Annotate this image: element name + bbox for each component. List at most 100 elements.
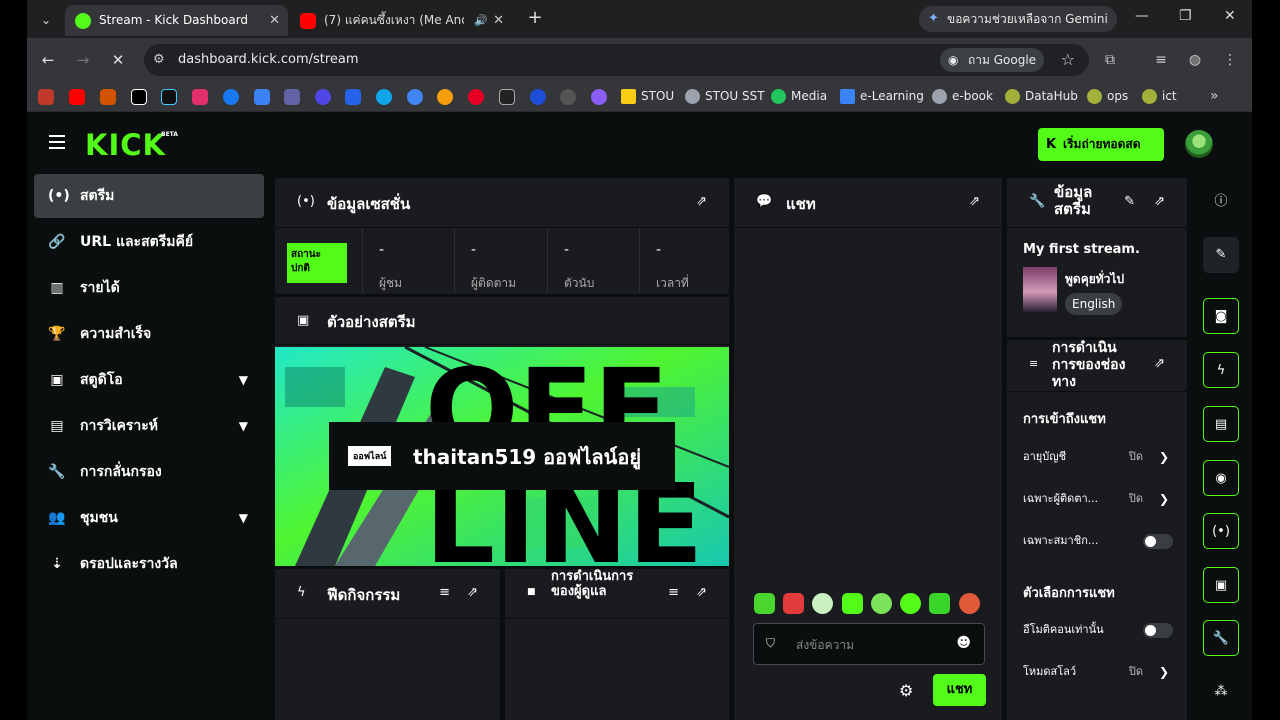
teams-bookmark-icon[interactable]	[284, 89, 300, 105]
popout-icon[interactable]: ⇗	[969, 194, 980, 209]
bookmark-favicon-icon[interactable]	[499, 89, 515, 105]
studio-icon[interactable]: ▣	[1203, 567, 1239, 603]
emote-icon[interactable]	[842, 593, 863, 614]
wrench-icon[interactable]: 🔧	[1203, 620, 1239, 656]
gemini-button[interactable]: ✦ ขอความช่วยเหลือจาก Gemini	[919, 6, 1117, 32]
edit-pencil-icon[interactable]: ✎	[1203, 237, 1239, 273]
gemini-bookmark-icon[interactable]	[591, 89, 607, 105]
more-bookmarks-icon[interactable]: »	[1210, 82, 1219, 110]
close-tab-icon[interactable]: ✕	[269, 5, 280, 36]
emote-only-toggle[interactable]	[1143, 623, 1173, 638]
broadcast-icon[interactable]: (•)	[1203, 513, 1239, 549]
chat-input[interactable]	[796, 634, 946, 656]
tiktok-bookmark-icon[interactable]	[161, 89, 177, 105]
sidebar-item-drops[interactable]: ⇣ ดรอปและรางวัล	[34, 542, 264, 586]
site-info-icon[interactable]: ⚙	[153, 44, 165, 76]
setting-slow-mode[interactable]: โหมดสโลว์ ปิด ❯	[1023, 660, 1173, 684]
popout-icon[interactable]: ⇗	[467, 585, 478, 600]
sidebar-item-moderation[interactable]: 🔧 การกลั่นกรอง	[34, 450, 264, 494]
emote-icon[interactable]	[783, 593, 804, 614]
bookmark-favicon-icon[interactable]	[38, 89, 54, 105]
sidebar-item-community[interactable]: 👥 ชุมชน ▼	[34, 496, 264, 540]
sidebar-item-studio[interactable]: ▣ สตูดิโอ ▼	[34, 358, 264, 402]
lightning-icon[interactable]: ϟ	[1203, 352, 1239, 388]
document-icon[interactable]: ▤	[1203, 406, 1239, 442]
popout-icon[interactable]: ⇗	[1154, 194, 1165, 209]
bookmark-favicon-icon[interactable]	[315, 89, 331, 105]
emoji-icon[interactable]: ☻	[956, 635, 971, 651]
tab-kick-dashboard[interactable]: Stream - Kick Dashboard ✕	[65, 5, 288, 36]
popout-icon[interactable]: ⇗	[1154, 356, 1165, 371]
extensions-icon[interactable]: ⧉	[1100, 50, 1120, 70]
stream-preview[interactable]: OFF LINE ออฟไลน์ thaitan519 ออฟไลน์อยู่	[275, 347, 729, 566]
bookmark-datahub[interactable]: DataHub	[1005, 82, 1078, 112]
back-icon[interactable]: ←	[37, 49, 59, 71]
google-bookmark-icon[interactable]	[407, 89, 423, 105]
address-bar[interactable]: ⚙ dashboard.kick.com/stream ◉ ถาม Google…	[144, 44, 1089, 76]
chatgpt-bookmark-icon[interactable]	[560, 89, 576, 105]
kick-logo[interactable]: KICK	[85, 129, 166, 161]
chat-send-button[interactable]: แชท	[933, 674, 986, 706]
shield-icon[interactable]: ⛉	[766, 636, 775, 651]
bookmark-favicon-icon[interactable]	[345, 89, 361, 105]
window-close-icon[interactable]: ✕	[1224, 8, 1236, 24]
bookmark-ops[interactable]: ops	[1087, 82, 1128, 112]
menu-icon[interactable]	[49, 135, 65, 149]
bookmark-stou-sst[interactable]: STOU SST	[685, 82, 765, 112]
setting-followers-only[interactable]: เฉพาะผู้ติดตา... ปิด ❯	[1023, 487, 1173, 511]
facebook-bookmark-icon[interactable]	[223, 89, 239, 105]
speaker-icon[interactable]: 🔊	[474, 5, 488, 36]
avatar[interactable]	[1185, 130, 1213, 158]
sidebar-item-url-key[interactable]: 🔗 URL และสตรีมคีย์	[34, 220, 264, 264]
close-tab-icon[interactable]: ✕	[493, 5, 504, 36]
emote-icon[interactable]	[929, 593, 950, 614]
bookmark-ict[interactable]: ict	[1142, 82, 1177, 112]
chrome-menu-icon[interactable]: ⋮	[1220, 50, 1240, 70]
chat-bubble-icon[interactable]: ◉	[1203, 460, 1239, 496]
emote-icon[interactable]	[900, 593, 921, 614]
popout-icon[interactable]: ⇗	[696, 585, 707, 600]
bookmark-favicon-icon[interactable]	[437, 89, 453, 105]
media-control-icon[interactable]: ≡	[1151, 50, 1171, 70]
minimize-icon[interactable]: —	[1135, 8, 1149, 24]
bookmark-favicon-icon[interactable]	[254, 89, 270, 105]
setting-account-age[interactable]: อายุบัญชี ปิด ❯	[1023, 445, 1173, 469]
chat-input-box[interactable]: ⛉ ☻	[753, 623, 985, 665]
new-tab-icon[interactable]: +	[525, 8, 545, 28]
pinterest-bookmark-icon[interactable]	[468, 89, 484, 105]
emote-icon[interactable]	[812, 593, 833, 614]
tab-youtube[interactable]: (7) แค่คนซึ้งเหงา (Me And You) 🔊 ✕	[290, 5, 512, 36]
edit-pencil-icon[interactable]: ✎	[1124, 194, 1135, 209]
bookmark-favicon-icon[interactable]	[530, 89, 546, 105]
go-live-button[interactable]: K เริ่มถ่ายทอดสด	[1038, 128, 1164, 161]
sidebar-item-achievements[interactable]: 🏆 ความสำเร็จ	[34, 312, 264, 356]
bookmark-star-icon[interactable]: ☆	[1061, 44, 1075, 76]
sidebar-item-revenue[interactable]: ▥ รายได้	[34, 266, 264, 310]
emote-icon[interactable]	[959, 593, 980, 614]
tab-search-icon[interactable]: ⌄	[35, 9, 57, 31]
forward-icon[interactable]: →	[72, 49, 94, 71]
bookmark-media[interactable]: Media	[771, 82, 827, 112]
bookmark-favicon-icon[interactable]	[376, 89, 392, 105]
filter-icon[interactable]: ≡	[668, 585, 679, 600]
filter-icon[interactable]: ≡	[439, 585, 450, 600]
bookmark-ebook[interactable]: e-book	[932, 82, 993, 112]
profile-icon[interactable]: ◍	[1185, 50, 1205, 70]
bookmark-elearning[interactable]: e-Learning	[840, 82, 924, 112]
x-bookmark-icon[interactable]	[131, 89, 147, 105]
google-lens-button[interactable]: ◉ ถาม Google	[940, 48, 1044, 72]
emote-icon[interactable]	[754, 593, 775, 614]
info-icon[interactable]: ⓘ	[1203, 184, 1239, 220]
sidebar-item-analytics[interactable]: ▤ การวิเคราะห์ ▼	[34, 404, 264, 448]
subscribers-only-toggle[interactable]	[1143, 534, 1173, 549]
instagram-bookmark-icon[interactable]	[192, 89, 208, 105]
camera-icon[interactable]: ◙	[1203, 298, 1239, 334]
stop-loading-icon[interactable]: ✕	[107, 49, 129, 71]
chat-settings-gear-icon[interactable]: ⚙	[899, 681, 913, 700]
youtube-bookmark-icon[interactable]	[69, 89, 85, 105]
popout-icon[interactable]: ⇗	[696, 194, 707, 209]
maximize-icon[interactable]: ❐	[1179, 8, 1192, 24]
bookmark-favicon-icon[interactable]	[100, 89, 116, 105]
more-dots-icon[interactable]: ⁂	[1203, 674, 1239, 710]
emote-icon[interactable]	[871, 593, 892, 614]
